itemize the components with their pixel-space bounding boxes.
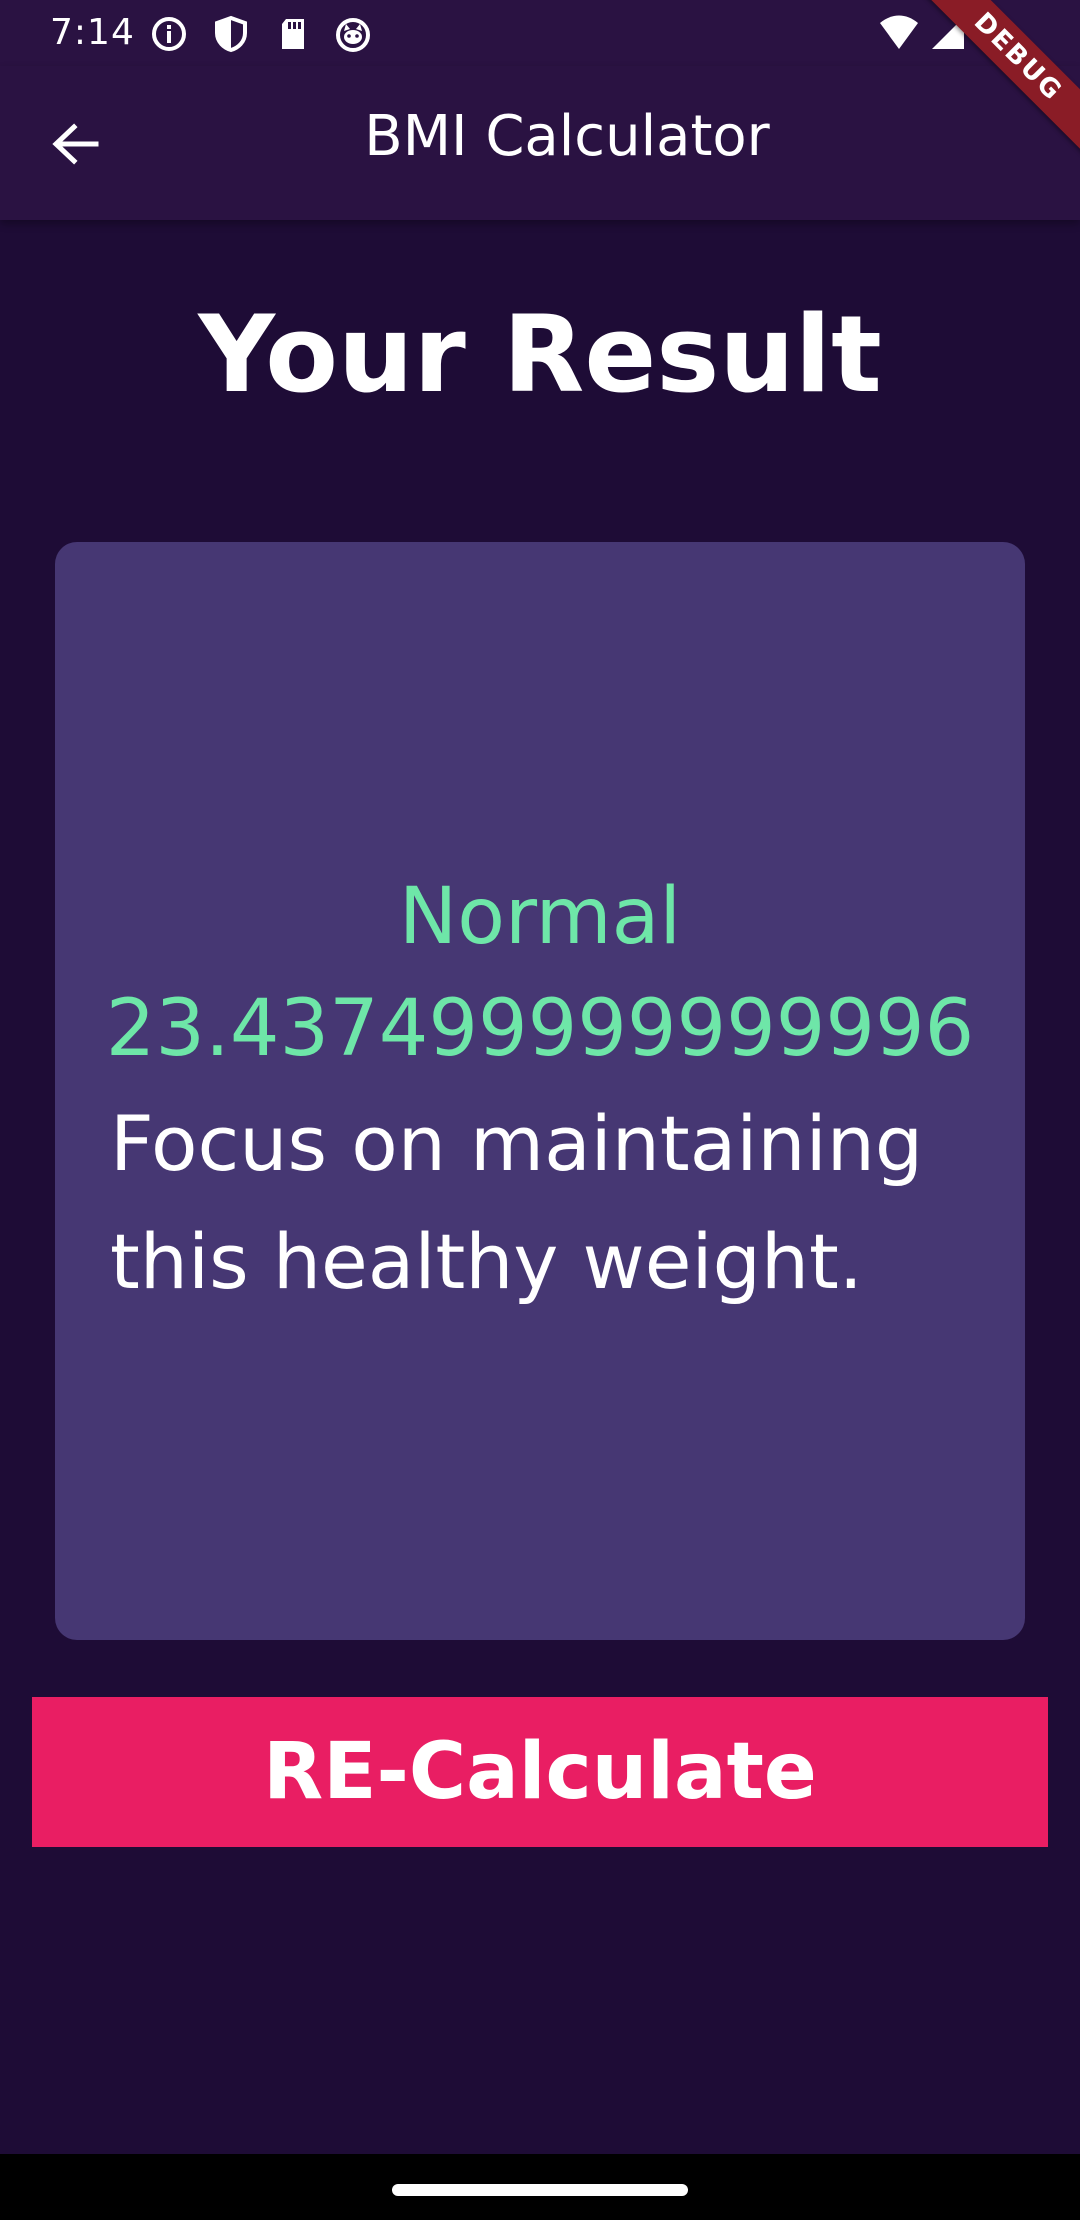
cat-icon (334, 15, 372, 53)
info-icon (150, 15, 188, 53)
app-bar: BMI Calculator (0, 66, 1080, 220)
status-time: 7:14 (50, 12, 135, 53)
home-indicator[interactable] (392, 2184, 688, 2196)
navigation-bar (0, 2154, 1080, 2220)
page-title: Your Result (198, 293, 882, 416)
status-bar: 7:14 (0, 0, 1080, 66)
bmi-result-screen: 7:14 DEBUG BMI Calculator Your Result No… (0, 0, 1080, 2220)
wifi-icon (878, 15, 920, 53)
sd-card-icon (274, 15, 312, 53)
bmi-advice: Focus on maintaining this healthy weight… (110, 1099, 924, 1306)
recalculate-label: RE-Calculate (263, 1727, 817, 1817)
bmi-value: 23.437499999999996 (105, 984, 975, 1074)
result-card: Normal 23.437499999999996 Focus on maint… (55, 542, 1025, 1640)
bmi-category: Normal (398, 872, 682, 962)
shield-icon (212, 15, 250, 53)
app-title: BMI Calculator (364, 104, 770, 169)
recalculate-button[interactable]: RE-Calculate (32, 1697, 1048, 1847)
